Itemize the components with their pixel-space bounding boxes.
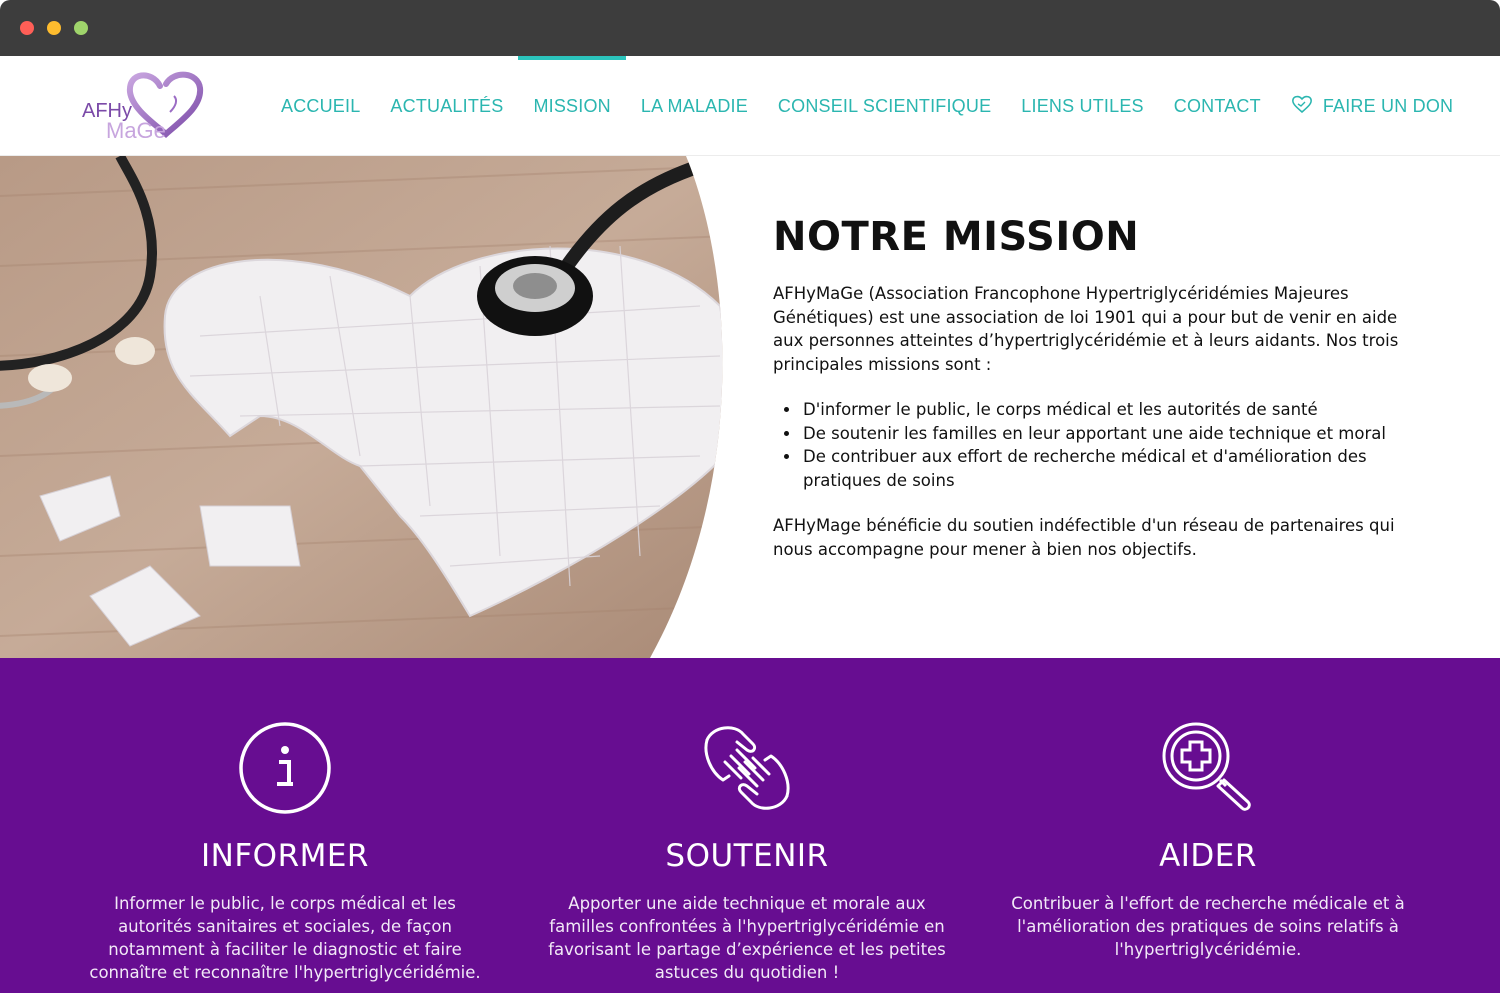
nav-liens-utiles[interactable]: LIENS UTILES — [1006, 56, 1158, 156]
pillars-section: INFORMER Informer le public, le corps mé… — [0, 658, 1500, 993]
pillar-title: INFORMER — [201, 838, 369, 874]
mission-intro: AFHyMaGe (Association Francophone Hypert… — [773, 284, 1399, 374]
heart-hand-icon — [1291, 94, 1313, 119]
mission-outro: AFHyMage bénéficie du soutien indéfectib… — [773, 516, 1395, 559]
nav-donate-label: FAIRE UN DON — [1322, 95, 1454, 116]
logo-text-mage: MaGe — [106, 118, 166, 143]
medical-search-icon — [998, 718, 1418, 818]
minimize-window-button[interactable] — [47, 21, 61, 35]
nav-mission[interactable]: MISSION — [518, 56, 627, 156]
site-header: AFHy MaGe ACCUEIL ACTUALITÉS MISSION LA … — [0, 56, 1500, 156]
pillar-title: SOUTENIR — [665, 838, 829, 874]
nav-la-maladie[interactable]: LA MALADIE — [626, 56, 763, 156]
nav-faire-un-don[interactable]: FAIRE UN DON — [1276, 56, 1468, 156]
mission-text-block: NOTRE MISSION AFHyMaGe (Association Fran… — [773, 214, 1413, 561]
pillar-text: Informer le public, le corps médical et … — [89, 894, 481, 982]
pillar-title: AIDER — [1159, 838, 1257, 874]
pillar-text: Apporter une aide technique et morale au… — [548, 894, 946, 982]
mission-hero: NOTRE MISSION AFHyMaGe (Association Fran… — [0, 156, 1500, 658]
helping-hands-icon — [537, 718, 957, 818]
mission-list-item: De contribuer aux effort de recherche mé… — [801, 445, 1413, 492]
pillar-informer: INFORMER Informer le public, le corps mé… — [75, 658, 495, 984]
nav-contact[interactable]: CONTACT — [1159, 56, 1276, 156]
info-icon — [75, 718, 495, 818]
mission-title: NOTRE MISSION — [773, 214, 1140, 260]
maximize-window-button[interactable] — [74, 21, 88, 35]
mission-list: D'informer le public, le corps médical e… — [801, 398, 1413, 492]
close-window-button[interactable] — [20, 21, 34, 35]
mission-list-item: De soutenir les familles en leur apporta… — [801, 422, 1413, 446]
nav-accueil[interactable]: ACCUEIL — [266, 56, 375, 156]
nav-conseil-scientifique[interactable]: CONSEIL SCIENTIFIQUE — [763, 56, 1006, 156]
pillar-text: Contribuer à l'effort de recherche médic… — [1011, 894, 1405, 959]
pillar-soutenir: SOUTENIR Apporter une aide technique et … — [537, 658, 957, 984]
pillar-aider: AIDER Contribuer à l'effort de recherche… — [998, 658, 1418, 961]
nav-actualites[interactable]: ACTUALITÉS — [375, 56, 518, 156]
main-nav: ACCUEIL ACTUALITÉS MISSION LA MALADIE CO… — [266, 56, 1468, 156]
mission-list-item: D'informer le public, le corps médical e… — [801, 398, 1413, 422]
puzzle-heart-stethoscope-image — [0, 156, 723, 658]
site-logo[interactable]: AFHy MaGe — [78, 68, 208, 148]
browser-titlebar — [0, 0, 1500, 56]
